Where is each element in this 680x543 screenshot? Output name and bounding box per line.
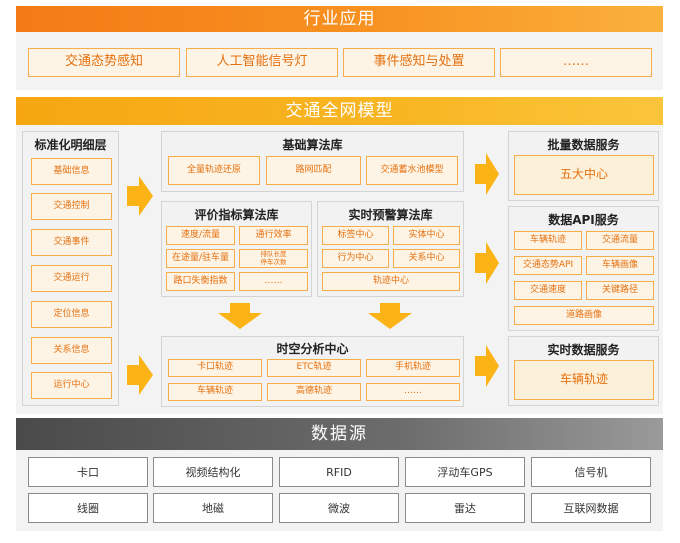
right-arrow-icon [475,242,499,284]
model-title: 交通全网模型 [285,101,394,121]
eval-algo-item: 通行效率 [239,226,308,245]
spatio-item: 手机轨迹 [366,359,460,377]
eval-algo-item: 在途量/驻车量 [166,249,235,268]
down-arrow-icon [368,303,412,329]
industry-item: 事件感知与处置 [343,48,495,77]
industry-title: 行业应用 [303,9,376,29]
batch-service-item: 五大中心 [514,155,654,195]
source-item: 信号机 [531,457,651,487]
base-algo-item: 路网匹配 [266,156,361,185]
industry-item: …… [500,48,652,77]
source-item: 地磁 [153,493,273,523]
source-item: 雷达 [405,493,525,523]
spatio-item: 高德轨迹 [267,383,361,401]
source-item: 微波 [279,493,399,523]
api-service-title: 数据API服务 [548,213,619,227]
source-item: 浮动车GPS [405,457,525,487]
source-item: 线圈 [28,493,148,523]
eval-algo-title: 评价指标算法库 [194,208,279,222]
spatio-item: ETC轨迹 [267,359,361,377]
base-algo-item: 交通蓄水池模型 [366,156,458,185]
eval-algo-item: 速度/流量 [166,226,235,245]
sources-title: 数据源 [311,424,368,444]
standard-item: 交通运行 [31,265,112,292]
alert-algo-title: 实时预警算法库 [348,208,433,222]
spatio-item: 卡口轨迹 [168,359,262,377]
batch-service-title: 批量数据服务 [547,138,620,152]
alert-algo-item: 实体中心 [393,226,460,245]
standard-item: 关系信息 [31,337,112,364]
standard-item: 交通事件 [31,229,112,256]
api-service-item: 车辆画像 [586,256,654,275]
right-arrow-icon [475,153,499,195]
spatio-item: …… [366,383,460,401]
source-item: 互联网数据 [531,493,651,523]
realtime-service-item: 车辆轨迹 [514,360,654,400]
spatio-item: 车辆轨迹 [168,383,262,401]
source-item: 卡口 [28,457,148,487]
api-service-item: 交通流量 [586,231,654,250]
spatio-title: 时空分析中心 [276,342,349,356]
model-title-bar: 交通全网模型 [16,97,663,125]
right-arrow-icon [475,345,499,387]
api-service-item: 车辆轨迹 [514,231,582,250]
sources-title-bar: 数据源 [16,418,663,450]
right-arrow-icon [127,176,153,216]
down-arrow-icon [218,303,262,329]
realtime-service-title: 实时数据服务 [547,343,620,357]
source-item: 视频结构化 [153,457,273,487]
source-item: RFID [279,457,399,487]
api-service-item: 交通速度 [514,281,582,300]
eval-algo-item: …… [239,272,308,291]
api-service-item: 关键路径 [586,281,654,300]
alert-algo-item: 标签中心 [322,226,389,245]
alert-algo-item: 行为中心 [322,249,389,268]
api-service-item: 交通态势API [514,256,582,275]
industry-title-bar: 行业应用 [16,6,663,32]
eval-algo-item: 排队长度 停车次数 [239,249,308,268]
standard-item: 基础信息 [31,158,112,185]
alert-algo-item: 轨迹中心 [322,272,460,291]
industry-item: 人工智能信号灯 [186,48,338,77]
standard-item: 定位信息 [31,301,112,328]
alert-algo-item: 关系中心 [393,249,460,268]
base-algo-item: 全量轨迹还原 [168,156,260,185]
standard-item: 运行中心 [31,372,112,399]
standard-layer-title: 标准化明细层 [34,138,107,152]
eval-algo-item: 路口失衡指数 [166,272,235,291]
industry-item: 交通态势感知 [28,48,180,77]
base-algo-title: 基础算法库 [282,138,343,152]
right-arrow-icon [127,355,153,395]
api-service-item: 道路画像 [514,306,654,325]
standard-item: 交通控制 [31,193,112,220]
